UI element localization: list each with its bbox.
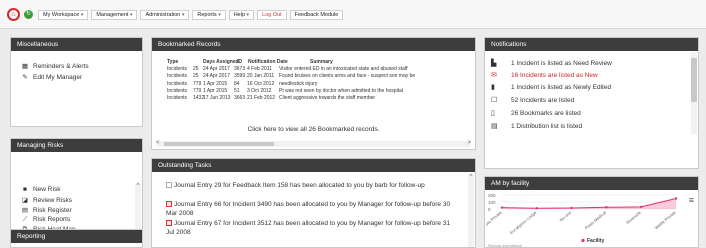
notification-new[interactable]: ✉ 16 Incidents are listed as New xyxy=(491,71,598,79)
panel-title: Outstanding Tasks xyxy=(152,159,475,172)
file-icon: ▮ xyxy=(491,84,495,91)
panel-title: AM by facility xyxy=(485,177,698,190)
x-tick-label: Wattle Private xyxy=(654,210,678,231)
data-point xyxy=(570,206,573,210)
calendar-icon xyxy=(166,220,172,226)
notification-distribution[interactable]: ▤ 1 Distribution list is listed xyxy=(491,122,582,130)
reminders-alerts-link[interactable]: ▦ Reminders & Alerts xyxy=(19,62,89,70)
panel-title: Reporting xyxy=(11,230,142,243)
notification-bookmarks[interactable]: ▯ 26 Bookmarks are listed xyxy=(491,109,581,117)
list-icon: ▤ xyxy=(491,123,498,130)
data-point xyxy=(605,206,608,209)
am-by-facility-panel: AM by facility ≡ 200 100 0 Acute Private Euc… xyxy=(484,176,699,248)
menu-reports[interactable]: Reports ▾ xyxy=(192,10,226,20)
review-risks-link[interactable]: ◪ Review Risks xyxy=(19,196,72,204)
bookmarks-hscrollbar[interactable]: < > xyxy=(156,140,471,147)
notification-need-review[interactable]: ▙ 1 Incident is listed as Need Review xyxy=(491,59,612,67)
y-tick-label: 200 xyxy=(488,193,496,198)
panel-title: Notifications xyxy=(485,38,698,51)
notifications-panel: Notifications ▙ 1 Incident is listed as N… xyxy=(484,37,699,169)
plus-icon: ■ xyxy=(23,186,27,193)
review-icon: ◪ xyxy=(21,197,29,204)
table-row[interactable]: Incidents 25 24 Apr 2017 3673 4 Feb 2011 Visi… xyxy=(167,66,415,73)
risk-register-link[interactable]: ▤ Risk Register xyxy=(19,206,72,214)
scroll-right-icon[interactable]: > xyxy=(467,140,471,146)
edit-icon: ✎ xyxy=(22,74,28,81)
notifications-scrollbar[interactable] xyxy=(691,52,697,134)
data-point xyxy=(500,206,504,209)
scroll-thumb[interactable] xyxy=(691,58,697,102)
facility-chart: 200 100 0Acute Private Eucalyptus Lodge No-o… xyxy=(486,193,678,248)
list-icon: ▤ xyxy=(21,207,29,214)
outstanding-tasks-panel: Outstanding Tasks Journal Entry 29 for F… xyxy=(151,158,476,248)
chart-credit: Riskman International xyxy=(488,244,522,248)
risk-reports-link[interactable]: ⟋ Risk Reports xyxy=(19,216,71,224)
notification-listed[interactable]: ☐ 52 Incidents are listed xyxy=(491,96,574,104)
refresh-icon[interactable]: ↻ xyxy=(24,10,33,19)
logout-link[interactable]: Log Out xyxy=(257,10,287,20)
notification-newly-edited[interactable]: ▮ 1 Incident is listed as Newly Edited xyxy=(491,83,611,91)
main-menu: My Workspace ▾ Management ▾ Administrati… xyxy=(38,10,344,20)
scroll-up-icon[interactable]: ^ xyxy=(468,174,474,180)
menu-help[interactable]: Help ▾ xyxy=(228,10,255,20)
menu-feedback-module[interactable]: Feedback Module xyxy=(289,10,344,20)
document-icon: ▙ xyxy=(491,60,497,67)
home-icon[interactable]: ⌂ xyxy=(7,8,20,21)
x-tick-label: Peels Medical xyxy=(584,210,607,231)
new-risk-link[interactable]: ■ New Risk xyxy=(19,186,60,193)
managing-risks-panel: Managing Risks ■ New Risk ◪ Review Risks ▤… xyxy=(10,138,143,239)
bookmarked-records-panel: Bookmarked Records Type Days Assigned ID… xyxy=(151,37,476,150)
chart-icon: ⟋ xyxy=(22,216,28,223)
miscellaneous-panel: Miscellaneous ▦ Reminders & Alerts ✎ Edit … xyxy=(10,37,143,127)
bookmarks-table: Type Days Assigned ID Notification Date … xyxy=(167,59,415,102)
x-tick-label: Eucalyptus Lodge xyxy=(509,210,538,236)
top-nav-bar: ⌂ ↻ My Workspace ▾ Management ▾ Administ… xyxy=(0,0,706,29)
data-point xyxy=(535,207,538,210)
panel-title: Bookmarked Records xyxy=(152,38,475,51)
calendar-icon xyxy=(166,201,172,207)
table-row[interactable]: Incidents 779 1 Apr 2015 51 3 Oct 2012 Pt was… xyxy=(167,88,415,95)
y-tick-label: 100 xyxy=(488,200,496,205)
tasks-scrollbar[interactable]: ^ xyxy=(468,174,474,247)
scroll-thumb[interactable] xyxy=(164,142,274,146)
reporting-panel: Reporting xyxy=(10,229,143,248)
table-row[interactable]: Incidents 25 24 Apr 2017 3599 20 Jan 2011 Fou… xyxy=(167,73,415,80)
x-tick-label: No-one xyxy=(559,210,573,223)
table-row[interactable]: Incidents 779 1 Apr 2015 84 16 Oct 2012 needl… xyxy=(167,81,415,88)
panel-title: Miscellaneous xyxy=(11,38,142,51)
legend-marker xyxy=(581,238,585,243)
envelope-icon: ✉ xyxy=(491,72,497,79)
scroll-left-icon[interactable]: < xyxy=(156,140,160,146)
edit-my-manager-link[interactable]: ✎ Edit My Manager xyxy=(19,73,82,81)
menu-my-workspace[interactable]: My Workspace ▾ xyxy=(38,10,89,20)
y-tick-label: 0 xyxy=(488,207,491,212)
calendar-icon xyxy=(166,182,172,188)
task-item[interactable]: Journal Entry 66 for Incident 3490 has b… xyxy=(166,200,456,218)
legend-label: Facility xyxy=(587,238,604,244)
bookmark-icon: ▯ xyxy=(491,110,495,117)
table-header: Type Days Assigned ID Notification Date … xyxy=(167,59,333,65)
view-all-bookmarks-link[interactable]: Click here to view all 26 Bookmarked rec… xyxy=(152,126,475,133)
menu-management[interactable]: Management ▾ xyxy=(91,10,138,20)
task-item[interactable]: Journal Entry 67 for Incident 3512 has b… xyxy=(166,219,456,237)
data-point xyxy=(674,197,678,200)
inbox-icon: ☐ xyxy=(491,97,498,104)
menu-administration[interactable]: Administration ▾ xyxy=(140,10,190,20)
x-tick-label: Riverside xyxy=(625,210,642,225)
data-point xyxy=(640,205,643,209)
x-tick-label: Acute Private xyxy=(486,210,503,230)
task-item[interactable]: Journal Entry 29 for Feedback Item 158 h… xyxy=(166,181,456,190)
menu-icon[interactable]: ≡ xyxy=(689,195,694,205)
calendar-icon: ▦ xyxy=(21,63,29,70)
scroll-up-icon[interactable]: ^ xyxy=(135,183,141,189)
table-row[interactable]: Incidents 1432 17 Jun 2013 3663 21 Feb 2012 C… xyxy=(167,95,415,102)
panel-title: Managing Risks xyxy=(11,139,142,152)
